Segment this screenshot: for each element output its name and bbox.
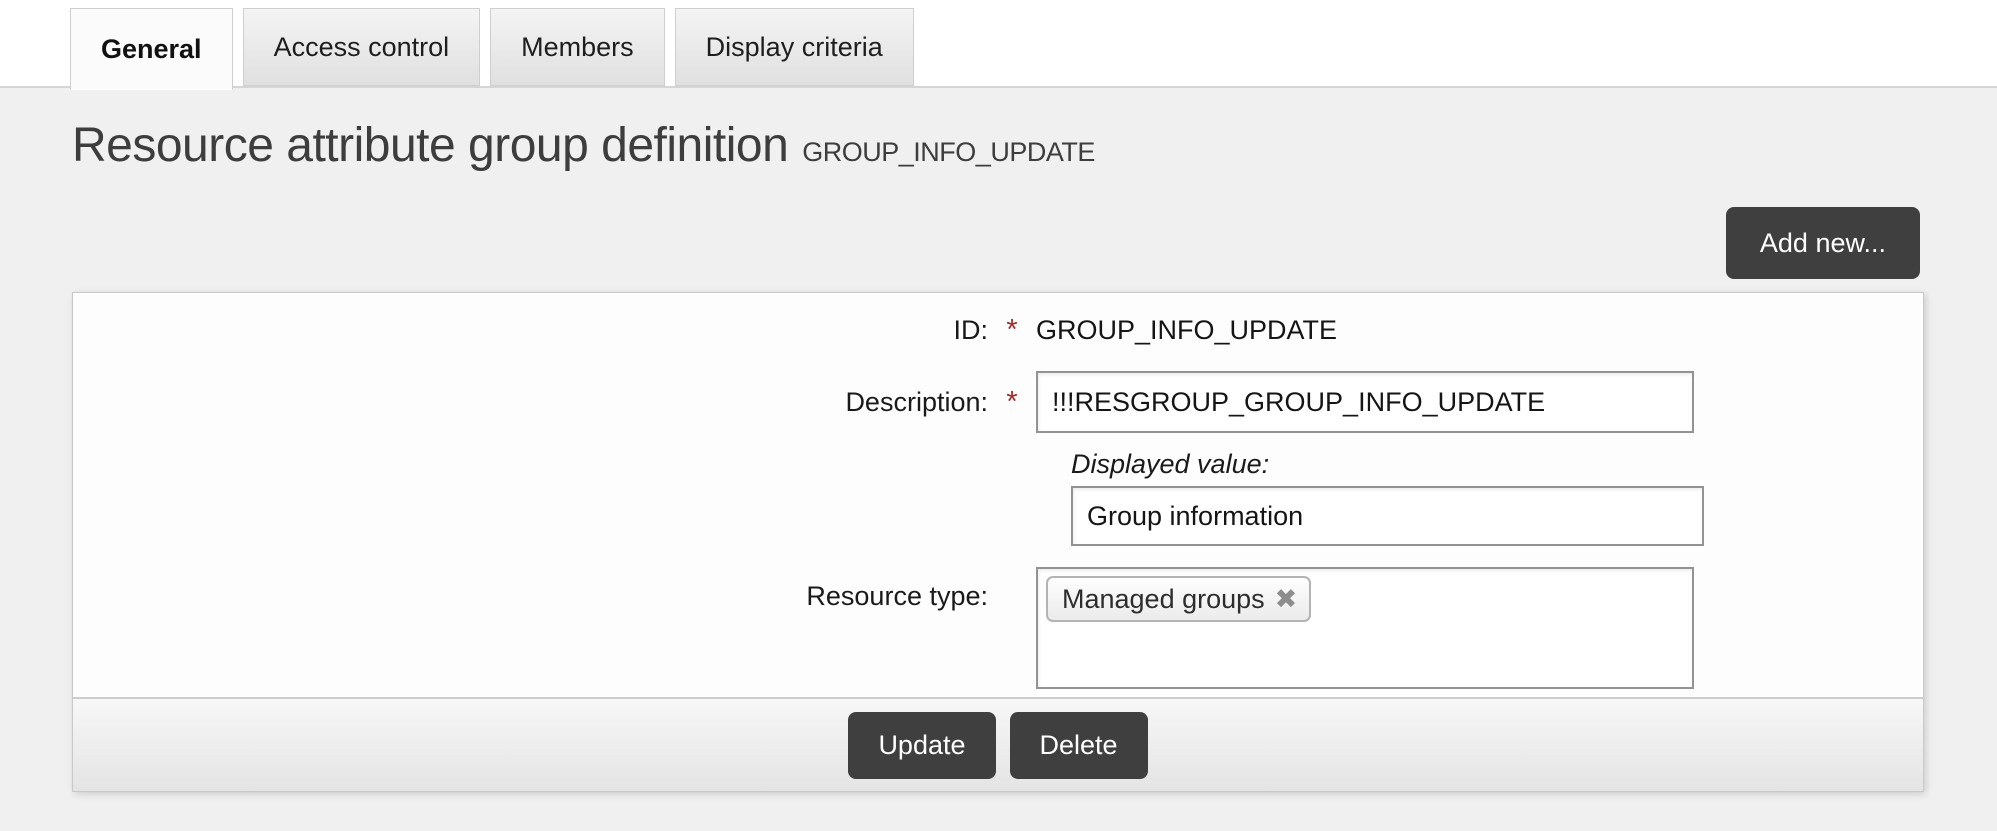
form-body: ID: * GROUP_INFO_UPDATE Description: * D… <box>73 293 1923 697</box>
resource-type-row: Resource type: Managed groups ✖ <box>73 567 1923 690</box>
description-label: Description: <box>845 386 988 417</box>
displayed-value-input[interactable] <box>1071 486 1704 547</box>
resource-type-multiselect[interactable]: Managed groups ✖ <box>1036 567 1694 690</box>
tab-general-label: General <box>101 33 202 64</box>
tab-access-control[interactable]: Access control <box>242 8 481 86</box>
resource-type-cell: Managed groups ✖ <box>1036 567 1923 690</box>
resource-type-tag: Managed groups ✖ <box>1046 576 1312 623</box>
tab-display-criteria-label: Display criteria <box>705 31 883 62</box>
delete-button[interactable]: Delete <box>1009 712 1148 779</box>
form-footer: Update Delete <box>73 697 1923 792</box>
description-row: Description: * <box>73 371 1923 434</box>
description-required-asterisk: * <box>1006 385 1018 418</box>
tab-display-criteria[interactable]: Display criteria <box>674 8 914 86</box>
tab-access-control-label: Access control <box>273 31 450 62</box>
displayed-value-row: Displayed value: <box>73 449 1923 547</box>
id-label: ID: <box>953 314 988 345</box>
id-value-cell: GROUP_INFO_UPDATE <box>1036 315 1923 346</box>
displayed-value-cell: Displayed value: <box>1071 449 1923 547</box>
page-title: Resource attribute group definition GROUP… <box>72 118 1997 173</box>
displayed-value-label: Displayed value: <box>1071 449 1270 480</box>
tab-general[interactable]: General <box>70 8 233 90</box>
page-title-text: Resource attribute group definition <box>72 119 789 172</box>
resource-type-tag-label: Managed groups <box>1062 583 1265 614</box>
tab-members[interactable]: Members <box>490 8 665 86</box>
form-panel: ID: * GROUP_INFO_UPDATE Description: * D… <box>72 292 1924 793</box>
id-row: ID: * GROUP_INFO_UPDATE <box>73 312 1923 348</box>
remove-tag-icon[interactable]: ✖ <box>1275 584 1298 615</box>
page-subtitle: GROUP_INFO_UPDATE <box>802 137 1095 167</box>
main-content: Resource attribute group definition GROUP… <box>0 118 1997 793</box>
add-new-button[interactable]: Add new... <box>1725 207 1920 280</box>
description-input[interactable] <box>1036 371 1694 434</box>
tab-members-label: Members <box>521 31 634 62</box>
tab-bar: General Access control Members Display c… <box>0 0 1997 90</box>
resource-type-label: Resource type: <box>806 581 988 612</box>
description-cell <box>1036 371 1923 434</box>
id-required-asterisk: * <box>1006 313 1018 346</box>
toolbar: Add new... <box>0 207 1920 280</box>
id-value: GROUP_INFO_UPDATE <box>1036 314 1338 345</box>
update-button[interactable]: Update <box>848 712 996 779</box>
